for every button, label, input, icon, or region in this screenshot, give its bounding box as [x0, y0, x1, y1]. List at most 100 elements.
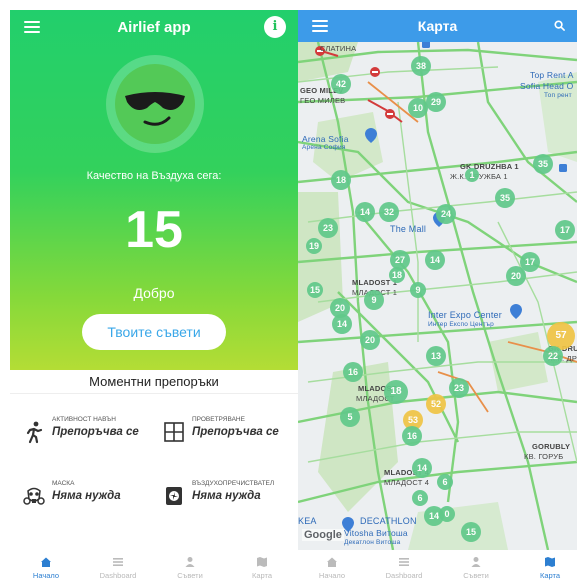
aqi-marker[interactable]: 23 [449, 378, 469, 398]
home-screen: Airlief app i Качество на Въздуха сега: … [10, 0, 298, 584]
aqi-marker[interactable]: 18 [331, 170, 351, 190]
google-logo: Google [302, 529, 344, 541]
place-label: Топ рент [544, 92, 572, 99]
nav-label: Карта [251, 571, 273, 580]
place-label: КВ. ГОРУБ [524, 452, 564, 461]
home-icon [41, 557, 51, 567]
nav-home[interactable]: Начало [16, 556, 76, 580]
nav-dashboard[interactable]: Dashboard [374, 556, 434, 580]
aqi-marker[interactable]: 18 [384, 380, 408, 404]
place-label: Интер Експо Център [428, 321, 494, 328]
nav-dashboard[interactable]: Dashboard [88, 556, 148, 580]
aqi-marker[interactable]: 16 [343, 362, 363, 382]
place-label: Arena Sofia [302, 134, 349, 144]
nav-map[interactable]: Карта [232, 556, 292, 580]
aqi-marker[interactable]: 38 [411, 56, 431, 76]
aqi-marker[interactable]: 18 [389, 267, 405, 283]
aqi-marker[interactable]: 22 [543, 346, 563, 366]
nav-home[interactable]: Начало [302, 556, 362, 580]
app-bar: Airlief app i [10, 10, 298, 46]
gas-mask-icon [23, 487, 45, 505]
quality-label: Качество на Въздуха сега: [86, 170, 222, 182]
rec-label: ПРОВЕТРЯВАНЕ [192, 416, 245, 423]
nav-label: Dashboard [99, 571, 137, 580]
nav-label: Съвети [463, 571, 489, 580]
recommendations-title: Моментни препоръки [10, 370, 298, 394]
running-person-icon [26, 421, 43, 444]
map-app-bar: Карта [298, 10, 577, 42]
place-label: KEA [298, 516, 317, 526]
place-label: СЛАТИНА [320, 44, 357, 53]
aqi-marker[interactable]: 5 [340, 407, 360, 427]
air-purifier-icon [166, 487, 182, 505]
air-quality-map[interactable]: СЛАТИНА GEO MILEV ГЕО МИЛЕВ Arena Sofia … [298, 42, 577, 550]
person-icon [185, 557, 195, 567]
tips-button[interactable]: Твоите съвети [82, 314, 226, 350]
aqi-marker[interactable]: 29 [426, 92, 446, 112]
aqi-marker[interactable]: 16 [402, 426, 422, 446]
aqi-marker[interactable]: 14 [355, 202, 375, 222]
aqi-marker[interactable]: 13 [426, 346, 446, 366]
aqi-marker[interactable]: 17 [555, 220, 575, 240]
aqi-marker[interactable]: 52 [426, 394, 446, 414]
aqi-marker[interactable]: 19 [306, 238, 322, 254]
aqi-marker[interactable]: 15 [307, 282, 323, 298]
nav-label: Dashboard [385, 571, 423, 580]
place-label: Sofia Head O [520, 81, 574, 91]
aqi-marker[interactable]: 20 [506, 266, 526, 286]
person-icon [471, 557, 481, 567]
rec-ventilation: ПРОВЕТРЯВАНЕ Препоръчва се [162, 416, 292, 456]
place-label: The Mall [390, 224, 427, 234]
aqi-marker[interactable]: 32 [379, 202, 399, 222]
aqi-marker[interactable]: 35 [495, 188, 515, 208]
nav-tips[interactable]: Съвети [446, 556, 506, 580]
info-button[interactable]: i [264, 16, 286, 38]
home-icon [327, 557, 337, 567]
rec-mask: МАСКА Няма нужда [22, 480, 152, 520]
rec-value: Препоръчва се [192, 426, 279, 438]
rec-value: Няма нужда [192, 490, 261, 502]
map-title: Карта [417, 18, 458, 34]
map-icon [257, 557, 267, 567]
aqi-marker[interactable]: 35 [533, 154, 553, 174]
rec-value: Препоръчва се [52, 426, 139, 438]
aqi-marker[interactable]: 42 [331, 74, 351, 94]
rec-outdoor-activity: АКТИВНОСТ НАВЪН Препоръчва се [22, 416, 152, 456]
app-title: Airlief app [117, 19, 191, 36]
aqi-marker[interactable]: 14 [425, 250, 445, 270]
rec-label: МАСКА [52, 480, 75, 487]
aqi-marker[interactable]: 15 [461, 522, 481, 542]
list-icon [113, 558, 123, 566]
rec-label: АКТИВНОСТ НАВЪН [52, 416, 116, 423]
aqi-marker[interactable]: 20 [360, 330, 380, 350]
nav-label: Начало [318, 571, 346, 580]
place-label: Top Rent A [530, 70, 574, 80]
aqi-status: Добро [133, 285, 175, 301]
bottom-nav: Начало Dashboard Съвети Карта [298, 552, 577, 584]
aqi-marker[interactable]: 14 [332, 314, 352, 334]
aqi-marker[interactable]: 9 [410, 282, 426, 298]
aqi-marker[interactable]: 1 [465, 168, 479, 182]
air-quality-hero: Airlief app i Качество на Въздуха сега: … [10, 10, 298, 370]
place-label: Декатлон Витоша [344, 539, 401, 546]
rec-value: Няма нужда [52, 490, 121, 502]
place-label: МЛАДОСТ 4 [384, 478, 430, 487]
nav-tips[interactable]: Съвети [160, 556, 220, 580]
map-screen: Карта СЛАТИНА GEO MILEV ГЕО МИЛЕВ Arena … [298, 0, 577, 584]
aqi-marker[interactable]: 6 [437, 474, 453, 490]
aqi-marker[interactable]: 0 [439, 506, 455, 522]
place-label: Арена София [302, 144, 346, 151]
map-roads [298, 42, 577, 550]
place-label: ГЕО МИЛЕВ [300, 96, 346, 105]
aqi-marker[interactable]: 6 [412, 490, 428, 506]
aqi-marker[interactable]: 23 [318, 218, 338, 238]
aqi-marker[interactable]: 10 [408, 98, 428, 118]
bottom-nav: Начало Dashboard Съвети Карта [10, 552, 298, 584]
aqi-marker[interactable]: 24 [436, 204, 456, 224]
aqi-face-ring [106, 55, 204, 153]
aqi-marker[interactable]: 9 [364, 290, 384, 310]
search-icon[interactable] [554, 20, 565, 31]
nav-map[interactable]: Карта [520, 556, 577, 580]
aqi-marker[interactable]: 14 [412, 458, 432, 478]
window-icon [164, 422, 184, 442]
